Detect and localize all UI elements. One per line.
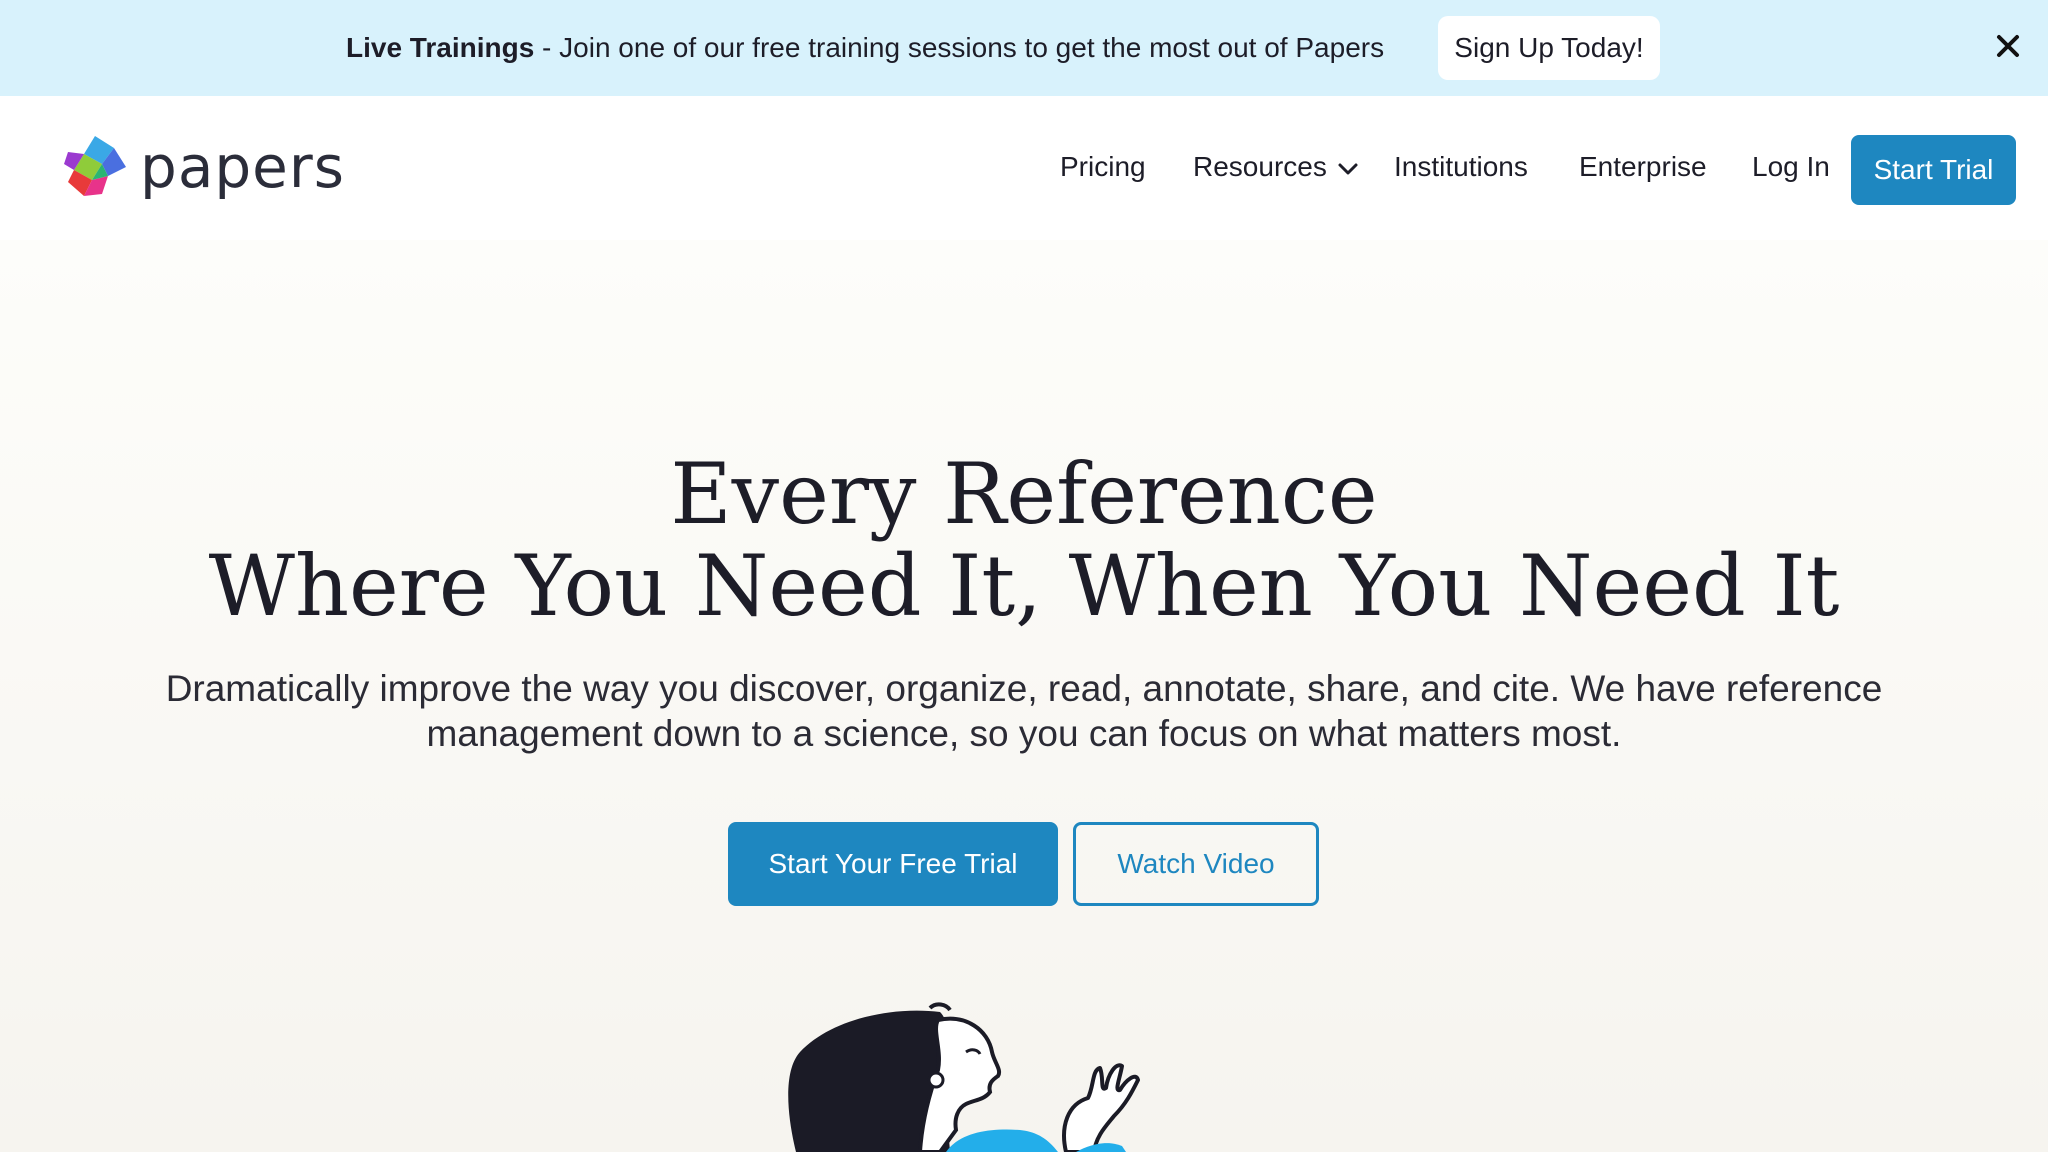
watch-video-button[interactable]: Watch Video: [1073, 822, 1319, 906]
chevron-down-icon: [1338, 163, 1358, 175]
nav-institutions[interactable]: Institutions: [1394, 132, 1528, 202]
close-icon[interactable]: [1992, 30, 2024, 62]
banner-text: Live Trainings - Join one of our free tr…: [346, 28, 1384, 68]
announcement-banner: Live Trainings - Join one of our free tr…: [0, 0, 2048, 96]
sign-up-button[interactable]: Sign Up Today!: [1438, 16, 1660, 80]
start-trial-button[interactable]: Start Trial: [1851, 135, 2016, 205]
woman-illustration: [788, 1002, 1140, 1152]
nav-resources[interactable]: Resources: [1193, 132, 1359, 202]
start-free-trial-button[interactable]: Start Your Free Trial: [728, 822, 1058, 906]
nav-log-in[interactable]: Log In: [1752, 132, 1830, 202]
nav-enterprise[interactable]: Enterprise: [1579, 132, 1707, 202]
hero-title-line-1: Every Reference: [670, 445, 1378, 543]
site-header: papers Pricing Resources Institutions En…: [0, 96, 2048, 240]
hero-title: Every Reference Where You Need It, When …: [0, 448, 2048, 632]
hero-title-line-2: Where You Need It, When You Need It: [208, 537, 1840, 635]
banner-bold-text: Live Trainings: [346, 32, 535, 63]
hero-subtitle: Dramatically improve the way you discove…: [165, 668, 1883, 754]
nav-resources-label: Resources: [1193, 151, 1327, 182]
main-nav: Pricing Resources Institutions Enterpris…: [0, 132, 2048, 202]
hero-section: Every Reference Where You Need It, When …: [0, 240, 2048, 1152]
banner-message: - Join one of our free training sessions…: [534, 32, 1385, 63]
nav-pricing[interactable]: Pricing: [1060, 132, 1146, 202]
